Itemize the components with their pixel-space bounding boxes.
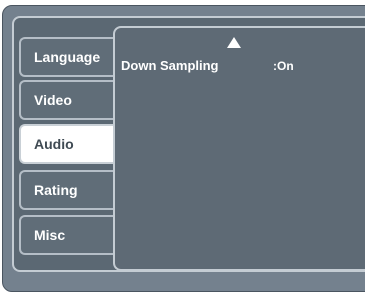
- tab-label: Misc: [34, 227, 66, 243]
- tab-label: Video: [34, 92, 72, 108]
- tab-video[interactable]: Video: [19, 80, 113, 120]
- tab-audio[interactable]: Audio: [19, 124, 119, 164]
- tab-label: Rating: [34, 182, 78, 198]
- tab-language[interactable]: Language: [19, 37, 113, 77]
- up-arrow-icon[interactable]: [227, 37, 241, 48]
- down-sampling-label[interactable]: Down Sampling: [121, 58, 219, 73]
- tab-label: Language: [34, 49, 101, 65]
- tab-label: Audio: [34, 136, 74, 152]
- tab-misc[interactable]: Misc: [19, 215, 113, 255]
- down-sampling-value[interactable]: :On: [273, 59, 294, 73]
- tab-rating[interactable]: Rating: [19, 170, 113, 210]
